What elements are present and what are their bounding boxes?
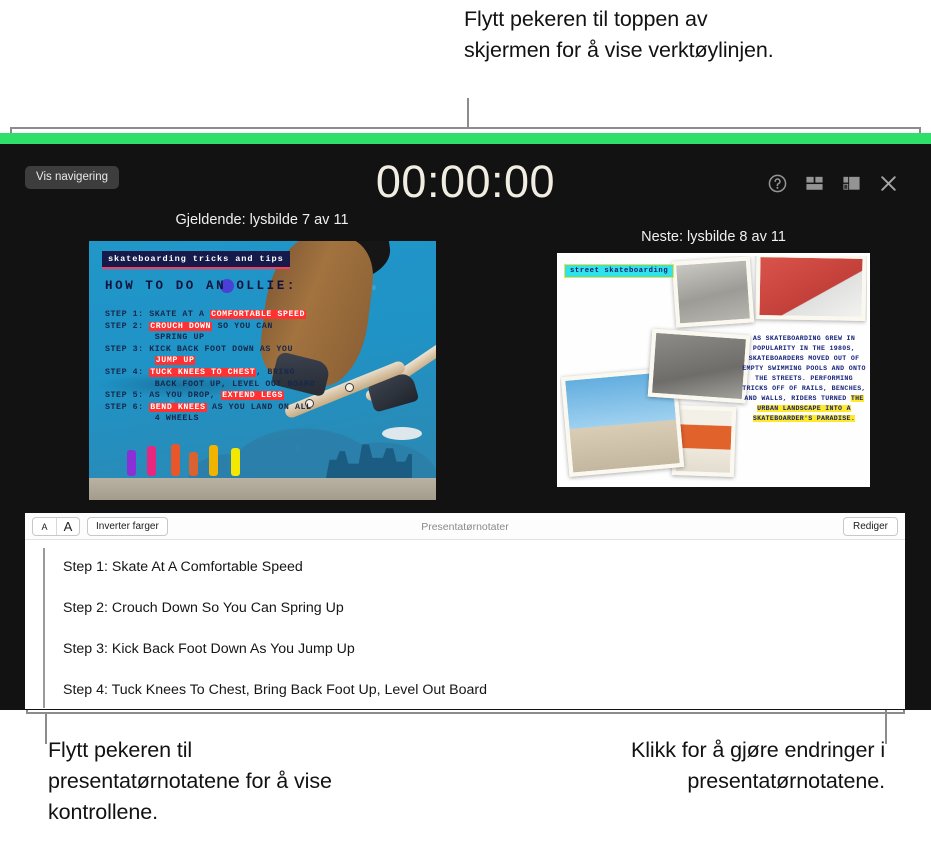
slide-steps-list: STEP 1: SKATE AT A COMFORTABLE SPEED STEP… [105, 309, 325, 425]
slide-skater-silhouette [209, 445, 218, 476]
slide-step-line: STEP 1: SKATE AT A COMFORTABLE SPEED [105, 310, 307, 319]
photo-longboard [647, 328, 751, 404]
slide-step-line: SPRING UP [154, 333, 205, 343]
callout-bottom-notes-controls: Flytt pekeren til presentatørnotatene fo… [48, 738, 332, 824]
accent-bar [0, 133, 931, 144]
text-size-segmented-control[interactable]: A A [32, 517, 80, 536]
next-slide-title-badge: street skateboarding [564, 264, 675, 278]
photo-feet-board [671, 256, 755, 328]
slide-ground-decor [89, 478, 436, 500]
next-slide-preview[interactable]: street skateboarding AS SKATEBOARDING GR… [557, 253, 870, 487]
toolbar-icon-group [768, 174, 898, 193]
slide-step-line: BACK FOOT UP, LEVEL OUT BOARD [154, 379, 316, 389]
current-slide-preview[interactable]: skateboarding tricks and tips HOW TO DO … [89, 241, 436, 500]
slide-step-line: STEP 2: CROUCH DOWN SO YOU CAN [105, 321, 273, 331]
edit-notes-button[interactable]: Rediger [842, 517, 898, 536]
slide-step-line: STEP 6: BEND KNEES AS YOU LAND ON ALL [105, 402, 312, 412]
callout-bracket-bottom [26, 712, 905, 714]
slide-title-badge: skateboarding tricks and tips [102, 251, 290, 269]
slide-skater-silhouette [189, 452, 198, 476]
note-line: Step 2: Crouch Down So You Can Spring Up [63, 600, 344, 616]
layout-grid-icon[interactable] [805, 174, 824, 193]
callout-leader-top [467, 98, 469, 128]
presenter-notes-toolbar: Presentatørnotater A A Inverter farger R… [25, 513, 905, 540]
slide-step-line: STEP 4: TUCK KNEES TO CHEST, BRING [105, 367, 295, 377]
current-slide-label: Gjeldende: lysbilde 7 av 11 [175, 212, 349, 228]
callout-top-toolbar: Flytt pekeren til toppen av skjermen for… [464, 7, 774, 62]
slide-cloud-decor [382, 427, 422, 440]
slide-step-line: 4 WHEELS [154, 414, 199, 424]
invert-colors-button[interactable]: Inverter farger [87, 517, 168, 536]
slide-skater-silhouette [127, 450, 136, 476]
presenter-notes-body[interactable]: Step 1: Skate At A Comfortable Speed Ste… [25, 540, 905, 709]
presenter-display-help-screenshot: Flytt pekeren til toppen av skjermen for… [0, 0, 931, 846]
slide-skater-silhouette [231, 448, 240, 476]
decrease-text-size-button[interactable]: A [33, 518, 56, 535]
note-line: Step 4: Tuck Knees To Chest, Bring Back … [63, 682, 488, 698]
slide-step-line: JUMP UP [154, 356, 196, 366]
slide-skater-silhouette [171, 444, 180, 476]
text-cursor [43, 548, 45, 708]
callout-leader-bottom-left [45, 712, 47, 744]
presenter-notes-panel[interactable]: Presentatørnotater A A Inverter farger R… [25, 513, 905, 709]
slide-step-line: STEP 5: AS YOU DROP, EXTEND LEGS [105, 391, 284, 401]
layout-alt-icon[interactable] [842, 174, 861, 193]
next-slide-body-text: AS SKATEBOARDING GREW IN POPULARITY IN T… [742, 335, 866, 422]
slide-heading: HOW TO DO AN OLLIE: [105, 279, 297, 293]
slide-step-line: STEP 3: KICK BACK FOOT DOWN AS YOU [105, 344, 293, 354]
slide-skater-silhouette [147, 446, 156, 476]
photo-ramp-red [755, 256, 867, 321]
slide-wheel-art [345, 383, 354, 392]
increase-text-size-button[interactable]: A [56, 518, 79, 535]
note-line: Step 3: Kick Back Foot Down As You Jump … [63, 641, 355, 657]
callout-bottom-edit-notes: Klikk for å gjøre endringer i presentatø… [630, 738, 885, 793]
help-icon[interactable] [768, 174, 787, 193]
next-slide-label: Neste: lysbilde 8 av 11 [641, 229, 786, 245]
presenter-toolbar: Vis navigering 00:00:00 [0, 144, 931, 212]
close-icon[interactable] [879, 174, 898, 193]
note-line: Step 1: Skate At A Comfortable Speed [63, 559, 303, 575]
callout-bracket-top [10, 127, 921, 129]
